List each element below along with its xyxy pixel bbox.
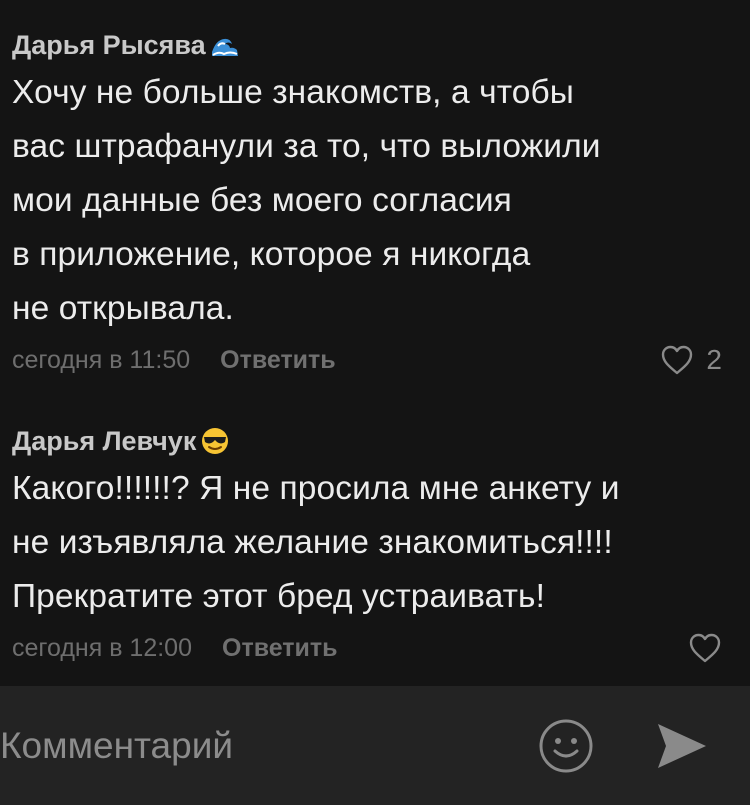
- comment-timestamp: сегодня в 12:00: [12, 633, 192, 662]
- heart-outline-icon[interactable]: [688, 632, 722, 664]
- author-name[interactable]: Дарья Рысява: [12, 22, 206, 68]
- comment-input[interactable]: [0, 686, 500, 805]
- comment-timestamp: сегодня в 11:50: [12, 345, 191, 374]
- like-button[interactable]: 2: [660, 344, 722, 376]
- reply-button[interactable]: Ответить: [220, 346, 336, 375]
- comment-author[interactable]: Дарья Рысява: [12, 22, 722, 68]
- sunglasses-face-emoji-icon: [202, 428, 229, 454]
- comment-meta: сегодня в 12:00 Ответить: [12, 626, 722, 670]
- reply-button[interactable]: Ответить: [222, 634, 338, 663]
- smiley-icon[interactable]: [536, 716, 596, 776]
- comment-author[interactable]: Дарья Левчук: [12, 418, 722, 464]
- heart-outline-icon[interactable]: [660, 344, 694, 376]
- comment-text: Какого!!!!!!? Я не просила мне анкету и …: [12, 470, 620, 615]
- comments-screen: Дарья Рысява Хочу не больше знакомств, а…: [0, 0, 750, 805]
- like-button[interactable]: [688, 632, 722, 664]
- send-arrow-icon[interactable]: [652, 718, 710, 774]
- comment-text: Хочу не больше знакомств, а чтобы вас шт…: [12, 74, 601, 327]
- wave-emoji-icon: [211, 38, 238, 56]
- author-name[interactable]: Дарья Левчук: [12, 418, 196, 464]
- comment-composer: [0, 686, 750, 805]
- comment-item: Дарья Левчук Какого!!!!!!? Я не просила …: [12, 418, 722, 670]
- like-count: 2: [706, 344, 722, 375]
- comment-meta: сегодня в 11:50 Ответить 2: [12, 338, 722, 382]
- comment-item: Дарья Рысява Хочу не больше знакомств, а…: [12, 22, 722, 382]
